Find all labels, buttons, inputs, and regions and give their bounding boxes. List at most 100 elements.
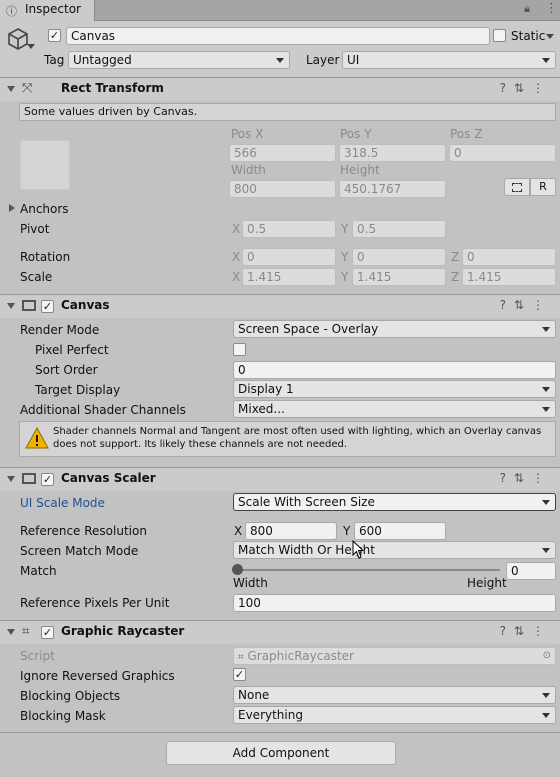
raycaster-icon: ⌗ [22,624,30,639]
canvas-scaler-icon [22,473,36,484]
warning-icon [25,426,49,449]
canvas-enabled-checkbox[interactable]: ✓ [41,300,54,313]
ref-x-input[interactable]: 800 [245,522,337,540]
rot-y-input: 0 [352,248,446,266]
ui-scale-mode-dropdown[interactable]: Scale With Screen Size [233,493,556,511]
chevron-down-icon[interactable] [27,44,35,49]
layer-label: Layer [306,53,340,67]
shader-channels-value: Mixed... [238,402,285,416]
anchors-foldout-icon[interactable] [9,204,15,212]
shader-channels-dropdown[interactable]: Mixed... [233,400,556,418]
foldout-icon[interactable] [7,629,15,635]
pos-z-label: Pos Z [450,127,483,141]
raw-edit-button[interactable]: R [530,178,556,196]
target-display-value: Display 1 [238,382,294,396]
ignore-reversed-checkbox[interactable]: ✓ [233,668,246,681]
static-checkbox[interactable] [493,29,506,42]
match-slider-track[interactable] [237,569,500,571]
pivot-y-label: Y [341,222,349,236]
component-actions[interactable]: ?⇅⋮ [500,81,552,95]
width-input: 800 [229,180,336,198]
kebab-menu-icon[interactable]: ⋮ [545,1,558,16]
component-actions[interactable]: ?⇅⋮ [500,624,552,638]
rot-z-input: 0 [462,248,556,266]
component-title: Canvas [61,298,110,312]
scale-x-label: X [232,270,241,284]
rot-x-input: 0 [242,248,336,266]
component-title: Canvas Scaler [61,471,156,485]
raycaster-enabled-checkbox[interactable]: ✓ [41,626,54,639]
pivot-label: Pivot [20,222,50,236]
foldout-icon[interactable] [7,86,15,92]
pixels-per-unit-label: Reference Pixels Per Unit [20,596,170,610]
ignore-reversed-label: Ignore Reversed Graphics [20,669,175,683]
anchor-presets-button[interactable] [20,140,70,190]
mouse-cursor-icon [352,540,365,559]
scale-z-label: Z [451,270,460,284]
layer-dropdown[interactable]: UI [342,51,556,69]
canvas-component-icon [22,300,36,311]
script-field: ⌗ GraphicRaycaster ⊙ [233,647,556,665]
object-name-input[interactable]: Canvas [66,27,490,45]
pivot-x-input: 0.5 [242,220,336,238]
canvas-scaler-header[interactable]: ✓ Canvas Scaler ?⇅⋮ [0,467,560,491]
chevron-down-icon[interactable] [546,34,554,39]
blueprint-mode-button[interactable] [504,178,530,196]
tab-inspector[interactable]: ⓘ Inspector [0,0,95,21]
height-input: 450.1767 [339,180,446,198]
warning-box: Shader channels Normal and Tangent are m… [19,421,556,457]
pixels-per-unit-input[interactable]: 100 [233,594,556,612]
anchors-label[interactable]: Anchors [20,201,69,217]
divider [0,732,560,733]
ui-scale-mode-value: Scale With Screen Size [238,495,375,509]
active-checkbox[interactable]: ✓ [48,29,61,42]
render-mode-dropdown[interactable]: Screen Space - Overlay [233,320,556,338]
width-label: Width [231,163,266,177]
foldout-icon[interactable] [7,476,15,482]
tag-dropdown[interactable]: Untagged [68,51,290,69]
foldout-icon[interactable] [7,303,15,309]
sort-order-input[interactable]: 0 [233,361,556,379]
pivot-x-label: X [232,222,241,236]
pixel-perfect-checkbox[interactable] [233,343,246,356]
rect-transform-header[interactable]: ⤧ Rect Transform ?⇅⋮ [0,77,560,101]
blocking-mask-dropdown[interactable]: Everything [233,706,556,724]
match-slider-thumb[interactable] [232,564,243,575]
component-actions[interactable]: ?⇅⋮ [500,471,552,485]
component-actions[interactable]: ?⇅⋮ [500,298,552,312]
blocking-objects-label: Blocking Objects [20,689,121,703]
component-title: Graphic Raycaster [61,624,185,638]
blocking-objects-dropdown[interactable]: None [233,686,556,704]
match-input[interactable]: 0 [506,562,556,580]
screen-match-mode-dropdown[interactable]: Match Width Or Height [233,541,556,559]
script-icon: ⌗ [238,652,244,663]
screen-match-mode-label: Screen Match Mode [20,544,139,558]
ref-x-label: X [234,524,243,538]
pos-y-input: 318.5 [339,144,446,162]
ref-y-input[interactable]: 600 [354,522,446,540]
tag-value: Untagged [73,53,132,67]
pos-y-label: Pos Y [340,127,372,141]
blocking-mask-value: Everything [238,708,303,722]
match-height-label: Height [467,576,507,590]
render-mode-value: Screen Space - Overlay [238,322,379,336]
object-picker-icon[interactable]: ⊙ [543,648,551,664]
lock-icon[interactable]: 🔒︎ [524,2,530,16]
driven-values-note: Some values driven by Canvas. [19,103,556,121]
layer-value: UI [347,53,360,67]
warning-text: Shader channels Normal and Tangent are m… [53,426,542,450]
graphic-raycaster-header[interactable]: ⌗ ✓ Graphic Raycaster ?⇅⋮ [0,620,560,644]
scale-label: Scale [20,270,53,284]
gameobject-cube-icon [8,28,28,50]
tab-label: Inspector [25,2,81,16]
add-component-button[interactable]: Add Component [166,741,396,765]
pos-x-input: 566 [229,144,336,162]
info-icon: ⓘ [6,5,17,18]
pixel-perfect-label: Pixel Perfect [35,343,109,357]
canvas-header[interactable]: ✓ Canvas ?⇅⋮ [0,294,560,318]
canvas-scaler-enabled-checkbox[interactable]: ✓ [41,473,54,486]
match-label: Match [20,564,57,578]
scale-z-input: 1.415 [462,268,556,286]
target-display-dropdown[interactable]: Display 1 [233,380,556,398]
height-label: Height [340,163,380,177]
